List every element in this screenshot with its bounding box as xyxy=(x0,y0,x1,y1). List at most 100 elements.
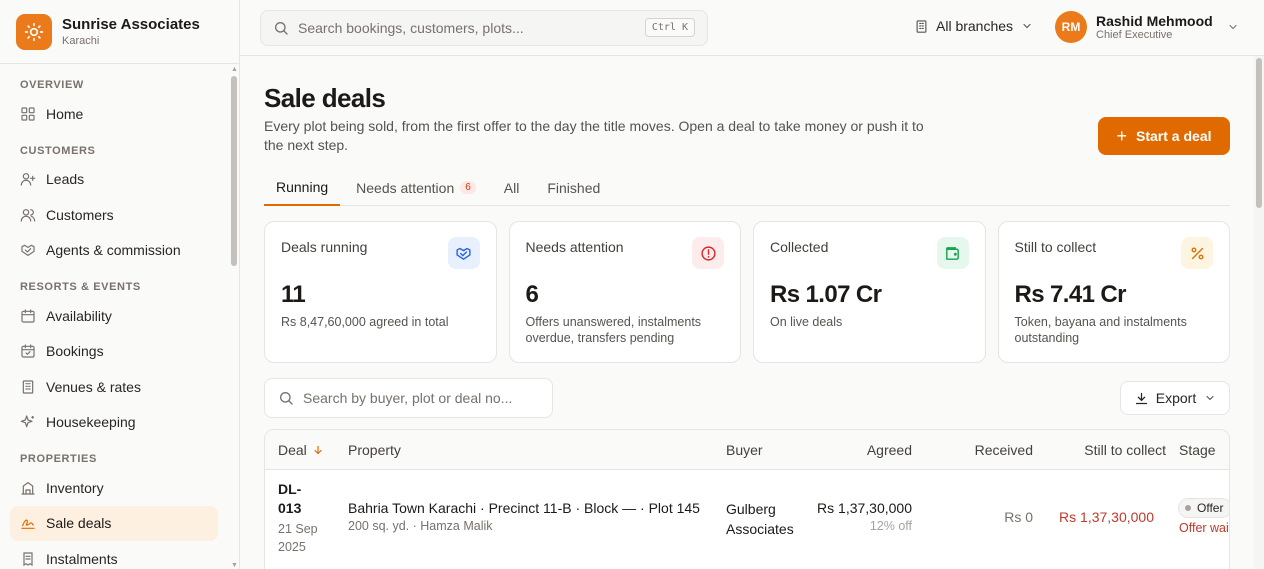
arrow-down-icon xyxy=(314,445,322,455)
sidebar-item-home[interactable]: Home xyxy=(10,96,218,132)
stat-card-needs-attention[interactable]: Needs attention 6 Offers unanswered, ins… xyxy=(508,221,741,363)
brand[interactable]: Sunrise Associates Karachi xyxy=(0,0,239,64)
sidebar-item-sale-deals[interactable]: Sale deals xyxy=(10,505,218,541)
card-note: Rs 8,47,60,000 agreed in total xyxy=(281,315,449,329)
sidebar-item-agents[interactable]: Agents & commission xyxy=(10,233,218,269)
deal-date: 21 Sep 2025 xyxy=(278,520,318,556)
table-row[interactable]: DL- 013 21 Sep 2025 Bahria Town Karachi … xyxy=(265,470,1229,566)
avatar: RM xyxy=(1055,11,1087,43)
deal-date-line: 21 Sep xyxy=(278,522,318,536)
agreed-amount: Rs 1,37,30,000 xyxy=(817,500,912,516)
percent-icon xyxy=(1181,237,1213,269)
deal-number: DL- 013 xyxy=(278,480,301,518)
search-icon xyxy=(275,22,288,35)
scroll-down-icon[interactable]: ▼ xyxy=(231,562,238,569)
deal-number-line: 013 xyxy=(278,500,302,516)
nav-section-overview: OVERVIEW xyxy=(20,79,84,91)
chevron-down-icon xyxy=(1206,395,1214,401)
column-header-deal[interactable]: Deal xyxy=(278,442,324,458)
sidebar-item-label: Instalments xyxy=(46,550,118,567)
handshake-icon xyxy=(447,237,480,269)
table-search-input[interactable] xyxy=(303,390,543,406)
sidebar-nav: OVERVIEW Home CUSTOMERS Leads Customers … xyxy=(0,64,228,569)
receipt-icon xyxy=(23,552,33,566)
sidebar-item-label: Availability xyxy=(46,307,112,324)
discount-note: 12% off xyxy=(869,519,912,533)
page-scroll-thumb[interactable] xyxy=(1256,58,1262,208)
branch-select[interactable]: All branches xyxy=(914,18,1033,34)
sidebar-item-availability[interactable]: Availability xyxy=(10,298,218,334)
sidebar-item-label: Leads xyxy=(46,171,85,188)
tab-running[interactable]: Running xyxy=(264,169,341,206)
export-button[interactable]: Export xyxy=(1120,381,1230,415)
column-header-stage[interactable]: Stage xyxy=(1179,442,1216,458)
card-value: 11 xyxy=(281,281,306,308)
stat-card-still-to-collect[interactable]: Still to collect Rs 7.41 Cr Token, bayan… xyxy=(997,221,1230,363)
tab-label: Finished xyxy=(547,179,601,196)
export-label: Export xyxy=(1155,390,1197,406)
sidebar-item-leads[interactable]: Leads xyxy=(10,162,218,198)
table-header: Deal Property Buyer Agreed Received Stil… xyxy=(265,430,1229,470)
sidebar-item-bookings[interactable]: Bookings xyxy=(10,334,218,370)
stage-badge: Offer xyxy=(1178,498,1229,518)
nav-section-customers: CUSTOMERS xyxy=(20,144,96,157)
column-header-property[interactable]: Property xyxy=(348,442,401,458)
column-header-agreed[interactable]: Agreed xyxy=(867,442,912,458)
plus-icon: + xyxy=(1116,126,1128,146)
search-shortcut: Ctrl K xyxy=(644,18,695,37)
scroll-up-icon[interactable]: ▲ xyxy=(231,66,238,73)
sidebar-item-housekeeping[interactable]: Housekeeping xyxy=(10,405,218,441)
stat-card-collected[interactable]: Collected Rs 1.07 Cr On live deals xyxy=(753,221,986,363)
user-menu[interactable]: RM Rashid Mehmood Chief Executive xyxy=(1055,11,1239,43)
sidebar-item-label: Housekeeping xyxy=(46,414,136,431)
column-label: Deal xyxy=(278,442,307,458)
tab-all[interactable]: All xyxy=(492,169,532,206)
column-header-buyer[interactable]: Buyer xyxy=(726,442,763,458)
users-icon xyxy=(20,208,36,222)
tab-label: Needs attention xyxy=(356,179,455,196)
alert-circle-icon xyxy=(692,237,724,269)
card-value: Rs 7.41 Cr xyxy=(1014,281,1127,308)
global-search[interactable]: Ctrl K xyxy=(260,10,708,46)
stage-note: Offer waiting xyxy=(1179,521,1229,535)
tabs: Running Needs attention 6 All Finished xyxy=(264,169,1230,206)
nav-section-properties: PROPERTIES xyxy=(20,453,97,465)
card-note: Token, bayana and instalments outstandin… xyxy=(1014,315,1187,345)
brand-city: Karachi xyxy=(62,34,100,47)
building-icon xyxy=(916,19,927,33)
sidebar-item-instalments[interactable]: Instalments xyxy=(10,541,218,569)
stat-cards: Deals running 11 Rs 8,47,60,000 agreed i… xyxy=(264,221,1230,363)
tab-needs-attention[interactable]: Needs attention 6 xyxy=(344,169,488,206)
deal-number-line: DL- xyxy=(278,481,302,497)
page-subtitle: Every plot being sold, from the first of… xyxy=(264,118,924,153)
global-search-input[interactable] xyxy=(298,20,628,36)
start-deal-button[interactable]: + Start a deal xyxy=(1098,117,1230,155)
topbar: Ctrl K All branches RM Rashid Mehmood Ch… xyxy=(240,0,1264,56)
sidebar-item-label: Sale deals xyxy=(46,515,112,532)
received-amount: Rs 0 xyxy=(1004,509,1033,525)
sidebar-item-customers[interactable]: Customers xyxy=(10,197,218,233)
column-header-still-to-collect[interactable]: Still to collect xyxy=(1084,442,1166,458)
page-title: Sale deals xyxy=(264,83,386,113)
nav-section-resorts: RESORTS & EVENTS xyxy=(20,281,141,293)
stage-label: Offer xyxy=(1197,501,1224,515)
column-header-received[interactable]: Received xyxy=(975,442,1033,458)
sidebar: Sunrise Associates Karachi OVERVIEW Home… xyxy=(0,0,240,569)
handshake-icon xyxy=(21,244,35,257)
sidebar-item-venues[interactable]: Venues & rates xyxy=(10,369,218,405)
page-scrollbar[interactable] xyxy=(1254,56,1264,569)
wallet-icon xyxy=(936,237,969,269)
stat-card-deals-running[interactable]: Deals running 11 Rs 8,47,60,000 agreed i… xyxy=(264,221,497,363)
sidebar-item-inventory[interactable]: Inventory xyxy=(10,470,218,506)
card-value: Rs 1.07 Cr xyxy=(770,281,882,308)
branch-label: All branches xyxy=(936,18,1014,34)
user-name: Rashid Mehmood xyxy=(1096,12,1213,29)
tab-finished[interactable]: Finished xyxy=(535,169,612,206)
sidebar-item-label: Customers xyxy=(46,206,114,223)
tab-label: Running xyxy=(276,178,329,195)
sidebar-scroll-thumb[interactable] xyxy=(231,76,237,266)
tab-label: All xyxy=(503,179,520,196)
sidebar-scrollbar[interactable]: ▲ ▼ xyxy=(229,64,239,569)
user-role: Chief Executive xyxy=(1096,28,1173,41)
table-search[interactable] xyxy=(264,378,553,418)
